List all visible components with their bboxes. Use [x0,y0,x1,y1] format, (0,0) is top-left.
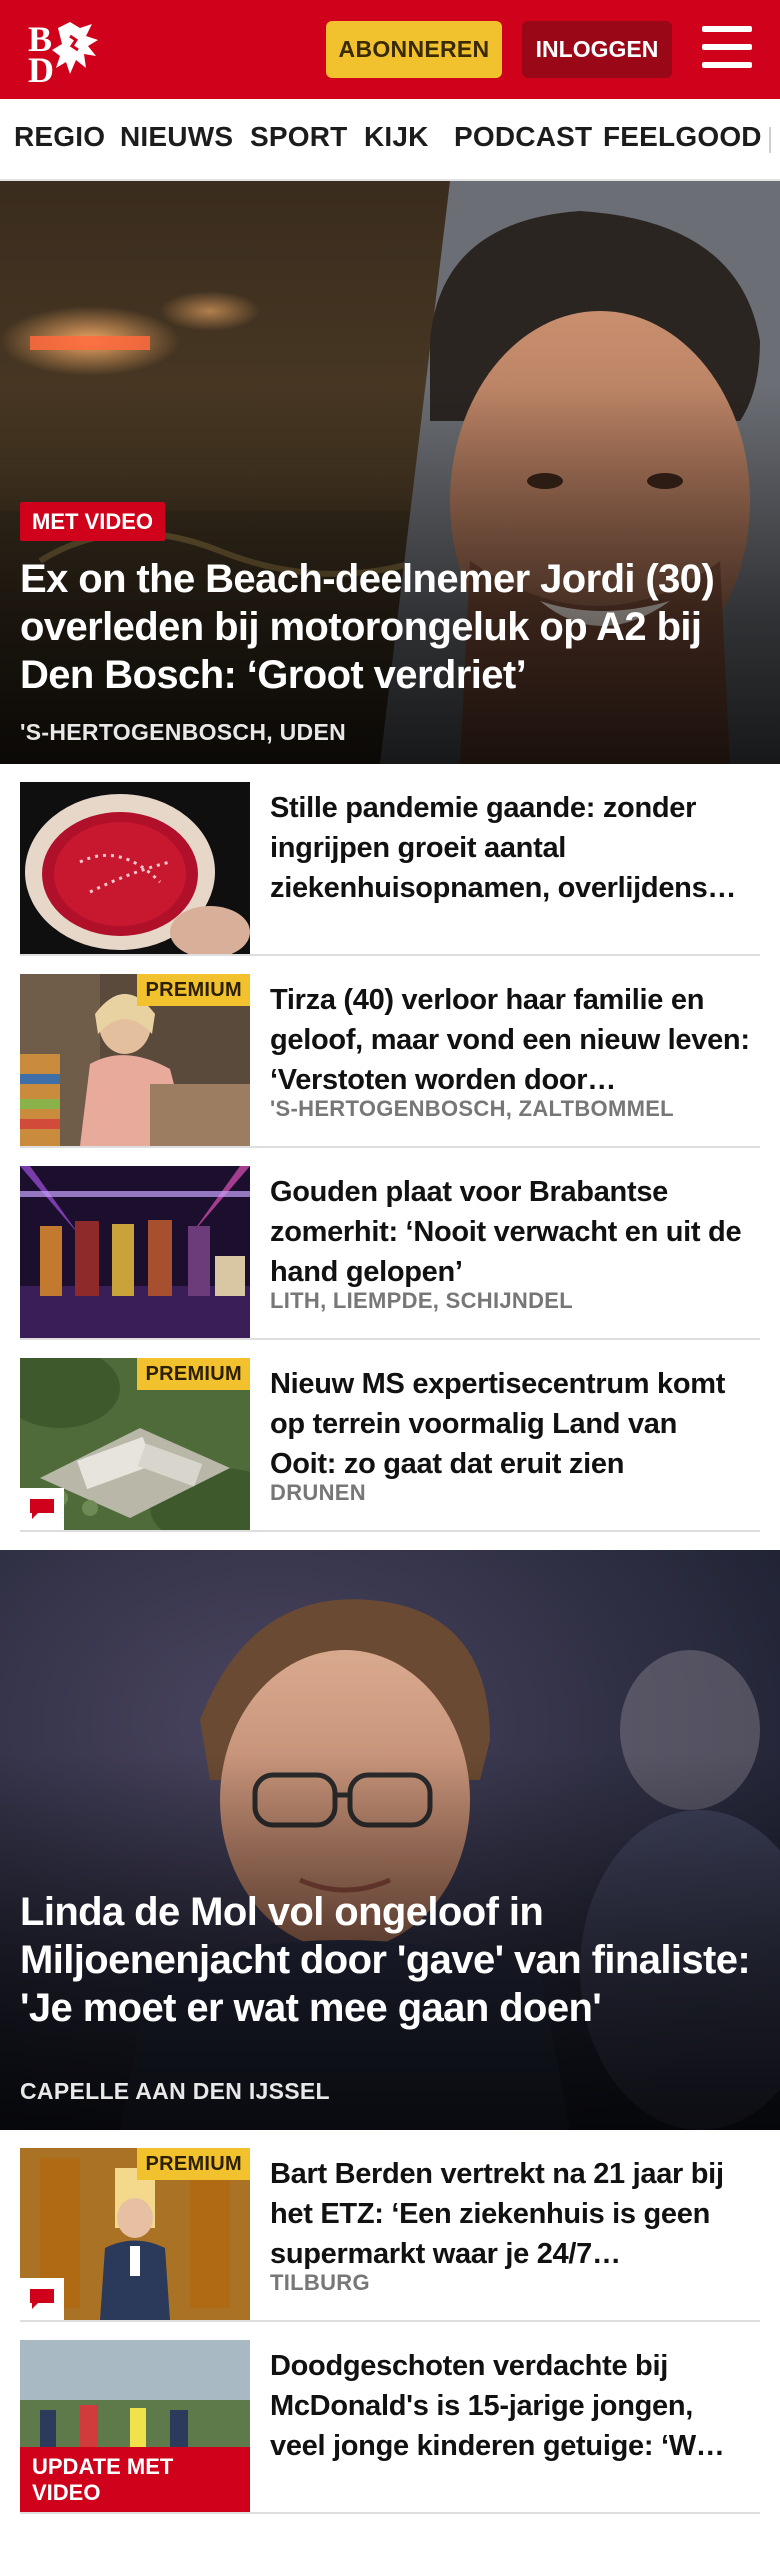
svg-text:D: D [28,50,54,84]
comment-icon [30,1499,54,1519]
premium-badge: PREMIUM [137,2148,250,2180]
hamburger-menu-icon[interactable] [698,24,756,74]
comment-icon [30,2289,54,2309]
article-title[interactable]: Tirza (40) verloor haar familie en geloo… [270,980,750,1100]
comments-indicator [20,2278,64,2320]
video-badge: MET VIDEO [20,502,166,541]
hero-article[interactable]: MET VIDEO Ex on the Beach-deelnemer Jord… [0,181,780,764]
article-title[interactable]: Doodgeschoten verdachte bij McDonald's i… [270,2346,750,2466]
article-title[interactable]: Nieuw MS expertisecentrum komt op terrei… [270,1364,750,1484]
premium-badge: PREMIUM [137,1358,250,1390]
article-thumbnail: PREMIUM [20,974,250,1146]
bd-logo[interactable]: B D [26,18,116,90]
article-thumbnail: PREMIUM [20,2148,250,2320]
article-location-tag: DRUNEN [270,1480,366,1505]
nav-overflow-divider [769,127,771,153]
nav-item-feelgood[interactable]: FEELGOOD [603,121,762,153]
list-item[interactable]: PREMIUM Bart Berden vertrekt na 21 jaar … [20,2130,760,2322]
article-thumbnail [20,1166,250,1338]
article-title[interactable]: Stille pandemie gaande: zonder ingrijpen… [270,788,750,908]
article-location-tag: LITH, LIEMPDE, SCHIJNDEL [270,1288,573,1313]
hero-article-2[interactable]: Linda de Mol vol ongeloof in Miljoenenja… [0,1550,780,2130]
comments-indicator [20,1488,64,1530]
article-title[interactable]: Gouden plaat voor Brabantse zomerhit: ‘N… [270,1172,750,1292]
list-item[interactable]: PREMIUM Tirza (40) verloor haar familie … [20,956,760,1148]
section-nav: REGIO NIEUWS SPORT KIJK PODCAST FEELGOOD [0,99,780,181]
premium-badge: PREMIUM [137,974,250,1006]
list-item[interactable]: PREMIUM Nieuw MS expertisecentrum komt o… [20,1340,760,1532]
subscribe-button[interactable]: ABONNEREN [326,21,502,78]
list-item[interactable]: Gouden plaat voor Brabantse zomerhit: ‘N… [20,1148,760,1340]
article-title[interactable]: Bart Berden vertrekt na 21 jaar bij het … [270,2154,750,2274]
hero-location-tag: CAPELLE AAN DEN IJSSEL [20,2078,330,2104]
article-thumbnail: PREMIUM [20,1358,250,1530]
nav-item-sport[interactable]: SPORT [250,121,347,153]
hero-gradient [0,1550,780,2130]
site-header: B D ABONNEREN INLOGGEN [0,0,780,99]
list-item[interactable]: UPDATE MET VIDEO Doodgeschoten verdachte… [20,2322,760,2514]
article-location-tag: TILBURG [270,2270,370,2295]
nav-item-kijk[interactable]: KIJK [364,121,429,153]
hero-location-tag: 'S-HERTOGENBOSCH, UDEN [20,719,347,745]
article-location-tag: 'S-HERTOGENBOSCH, ZALTBOMMEL [270,1096,674,1121]
article-thumbnail: UPDATE MET VIDEO [20,2340,250,2512]
nav-item-nieuws[interactable]: NIEUWS [120,121,233,153]
article-list-1: Stille pandemie gaande: zonder ingrijpen… [0,764,780,1532]
nav-item-podcast[interactable]: PODCAST [454,121,592,153]
login-button[interactable]: INLOGGEN [522,21,672,78]
nav-item-regio[interactable]: REGIO [14,121,105,153]
update-video-badge: UPDATE MET VIDEO [20,2447,250,2512]
article-list-2: PREMIUM Bart Berden vertrekt na 21 jaar … [0,2130,780,2514]
hero-title[interactable]: Linda de Mol vol ongeloof in Miljoenenja… [20,1888,760,2032]
hero-title[interactable]: Ex on the Beach-deelnemer Jordi (30) ove… [20,555,760,699]
list-item[interactable]: Stille pandemie gaande: zonder ingrijpen… [20,764,760,956]
article-thumbnail [20,782,250,954]
